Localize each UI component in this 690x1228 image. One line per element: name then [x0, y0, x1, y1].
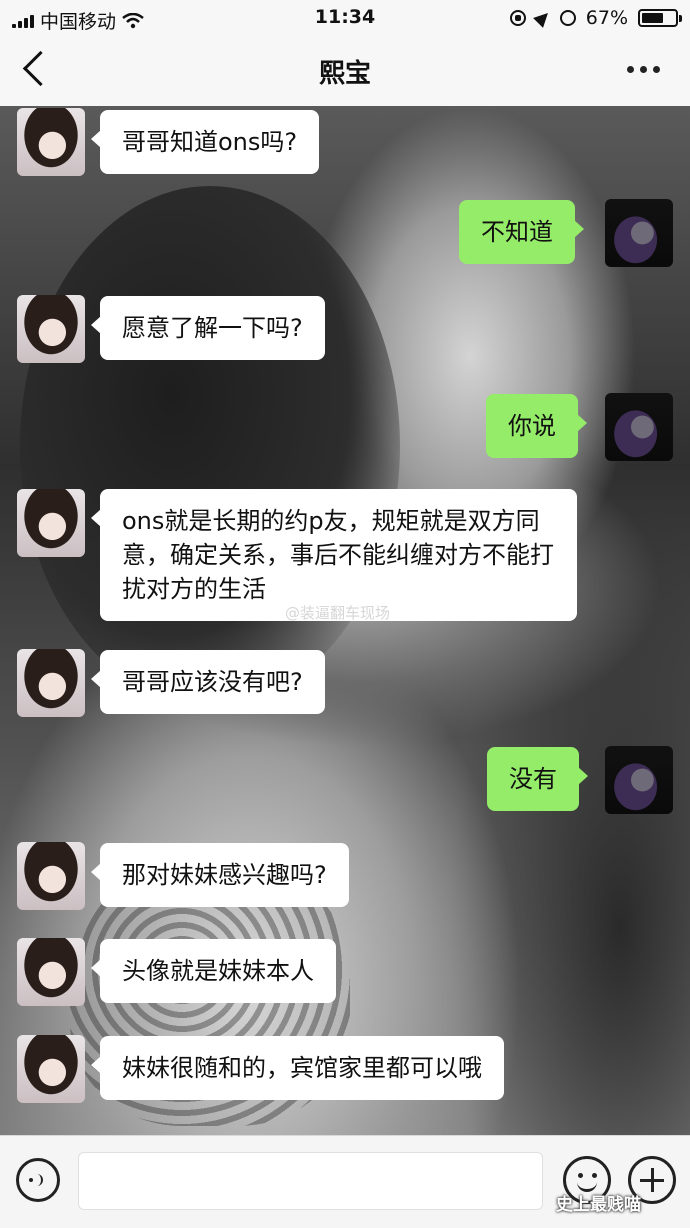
- chat-area[interactable]: 哥哥知道ons吗? 不知道 愿意了解一下吗? 你说 ons就是长期的约p友，规矩…: [0, 106, 690, 1135]
- watermark: @装逼翻车现场: [285, 604, 391, 622]
- location-icon: [532, 8, 553, 28]
- chat-title: 熙宝: [318, 59, 371, 89]
- contact-avatar[interactable]: [17, 1035, 85, 1103]
- outgoing-message[interactable]: 你说: [486, 394, 587, 458]
- outgoing-message[interactable]: 不知道: [459, 200, 584, 264]
- contact-avatar[interactable]: [17, 295, 85, 363]
- background-photo: [20, 186, 400, 706]
- my-avatar[interactable]: [605, 393, 673, 461]
- my-avatar[interactable]: [605, 746, 673, 814]
- contact-avatar[interactable]: [17, 489, 85, 557]
- battery-fill: [642, 13, 664, 23]
- nav-bar: 熙宝: [0, 36, 690, 107]
- incoming-message[interactable]: 愿意了解一下吗?: [91, 296, 325, 360]
- input-bar: 史上最贱喵: [0, 1135, 690, 1228]
- battery-icon: [638, 9, 682, 27]
- message-input[interactable]: [78, 1152, 543, 1210]
- contact-avatar[interactable]: [17, 938, 85, 1006]
- outgoing-message[interactable]: 没有: [487, 747, 588, 811]
- incoming-message[interactable]: 哥哥应该没有吧?: [91, 650, 325, 714]
- contact-avatar[interactable]: [17, 108, 85, 176]
- more-dots-icon[interactable]: [627, 66, 660, 73]
- brand-watermark: 史上最贱喵: [556, 1195, 641, 1215]
- incoming-message[interactable]: 妹妹很随和的，宾馆家里都可以哦: [91, 1036, 504, 1100]
- incoming-message[interactable]: 头像就是妹妹本人: [91, 939, 336, 1003]
- battery-percent: 67%: [585, 7, 628, 29]
- incoming-message[interactable]: 那对妹妹感兴趣吗?: [91, 843, 349, 907]
- status-bar: 中国移动 11:34 67%: [0, 0, 690, 36]
- voice-icon[interactable]: [16, 1158, 60, 1202]
- my-avatar[interactable]: [605, 199, 673, 267]
- contact-avatar[interactable]: [17, 842, 85, 910]
- status-right: 67%: [509, 7, 682, 29]
- contact-avatar[interactable]: [17, 649, 85, 717]
- alarm-icon: [559, 10, 576, 26]
- incoming-message[interactable]: 哥哥知道ons吗?: [90, 110, 320, 174]
- rotation-lock-icon: [509, 10, 526, 26]
